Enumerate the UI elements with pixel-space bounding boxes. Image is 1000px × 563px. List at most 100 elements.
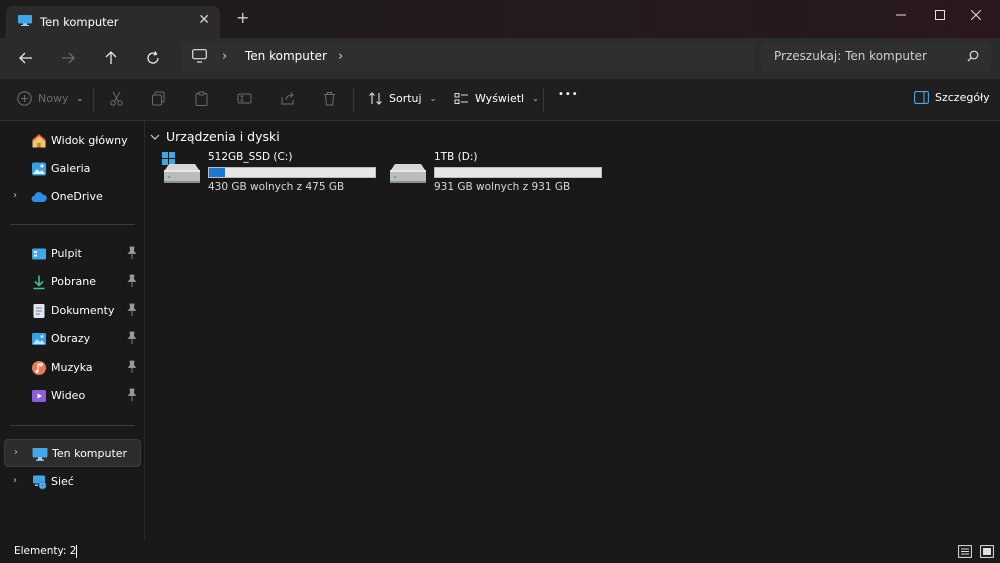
home-icon — [31, 133, 47, 148]
sidebar-item-label: OneDrive — [51, 190, 103, 203]
delete-button[interactable] — [322, 91, 337, 106]
command-bar: Nowy ⌄ Sortuj ⌄ Wyświetl ⌄ ••• Szczegóły — [0, 79, 1000, 121]
close-window-button[interactable] — [953, 0, 999, 30]
view-button[interactable]: Wyświetl ⌄ — [454, 91, 539, 106]
tab-ten-komputer[interactable]: Ten komputer ✕ — [6, 6, 220, 38]
clipboard-icon — [195, 91, 208, 106]
chevron-right-icon[interactable]: › — [222, 49, 227, 64]
drive-usage-bar — [208, 167, 376, 178]
drive-d[interactable]: 1TB (D:) 931 GB wolnych z 931 GB — [388, 150, 608, 193]
sidebar-item-gallery[interactable]: Galeria — [4, 155, 141, 183]
refresh-icon — [147, 51, 159, 64]
sidebar-item-music[interactable]: Muzyka — [4, 354, 141, 382]
pin-icon[interactable] — [127, 303, 137, 317]
tab-title: Ten komputer — [40, 15, 119, 29]
pin-icon[interactable] — [127, 274, 137, 288]
sidebar-item-downloads[interactable]: Pobrane — [4, 268, 141, 296]
forward-button[interactable] — [54, 46, 82, 70]
navigation-pane: Widok główny Galeria › OneDrive Pulpit P… — [0, 121, 145, 541]
arrow-left-icon — [19, 52, 32, 64]
new-button[interactable]: Nowy ⌄ — [17, 91, 83, 106]
document-icon — [33, 304, 45, 318]
text-caret — [76, 545, 77, 558]
sidebar-item-pictures[interactable]: Obrazy — [4, 325, 141, 353]
paste-button[interactable] — [194, 91, 209, 106]
search-input[interactable]: Przeszukaj: Ten komputer — [774, 49, 927, 63]
view-list-icon — [454, 93, 468, 104]
pin-icon[interactable] — [127, 331, 137, 345]
details-button[interactable]: Szczegóły — [914, 91, 990, 104]
computer-icon — [32, 448, 48, 461]
share-button[interactable] — [280, 91, 295, 106]
back-button[interactable] — [12, 46, 40, 70]
cut-button[interactable] — [109, 91, 124, 106]
status-bar: Elementy: 2 — [0, 541, 1000, 563]
cloud-icon — [31, 192, 47, 203]
chevron-right-icon[interactable]: › — [14, 447, 18, 458]
music-icon — [32, 361, 46, 375]
maximize-icon — [935, 10, 945, 20]
close-tab-button[interactable]: ✕ — [198, 12, 210, 28]
chevron-right-icon[interactable]: › — [338, 49, 343, 64]
pin-icon[interactable] — [127, 246, 137, 260]
sidebar-item-label: Widok główny — [51, 134, 128, 147]
item-count: Elementy: 2 — [14, 545, 77, 557]
close-icon — [971, 10, 981, 20]
arrow-up-icon — [105, 51, 117, 64]
sidebar-item-home[interactable]: Widok główny — [4, 127, 141, 155]
copy-icon — [152, 91, 165, 106]
divider — [93, 88, 94, 112]
drive-c[interactable]: 512GB_SSD (C:) 430 GB wolnych z 475 GB — [162, 150, 382, 193]
share-icon — [281, 92, 294, 105]
pin-icon[interactable] — [127, 388, 137, 402]
sidebar-item-videos[interactable]: Wideo — [4, 382, 141, 410]
group-header-devices[interactable]: Urządzenia i dyski — [150, 129, 280, 144]
sidebar-item-label: Obrazy — [51, 332, 91, 345]
divider — [543, 88, 544, 112]
details-view-icon[interactable] — [958, 545, 972, 558]
sidebar-item-this-pc[interactable]: › Ten komputer — [4, 439, 141, 467]
sidebar-item-label: Dokumenty — [51, 304, 115, 317]
chevron-down-icon — [150, 134, 160, 140]
scissors-icon — [110, 91, 123, 106]
trash-icon — [324, 92, 335, 106]
more-options-button[interactable]: ••• — [558, 89, 579, 100]
breadcrumb-ten-komputer[interactable]: Ten komputer — [245, 49, 327, 63]
sidebar-item-onedrive[interactable]: › OneDrive — [4, 183, 141, 211]
computer-icon — [18, 15, 32, 26]
hard-drive-icon — [390, 164, 426, 183]
video-icon — [32, 390, 46, 402]
rename-icon — [237, 93, 252, 104]
drive-free-space: 931 GB wolnych z 931 GB — [434, 181, 571, 193]
rename-button[interactable] — [237, 91, 252, 106]
address-bar[interactable]: › Ten komputer › — [181, 42, 754, 72]
sidebar-item-label: Wideo — [51, 389, 86, 402]
sidebar-item-label: Pulpit — [51, 247, 82, 260]
sidebar-item-label: Ten komputer — [52, 447, 128, 460]
new-button-label: Nowy — [38, 92, 69, 105]
title-bar: Ten komputer ✕ + — [0, 0, 1000, 38]
pictures-icon — [32, 333, 46, 345]
arrow-right-icon — [62, 52, 75, 64]
more-icon: ••• — [558, 89, 579, 100]
sort-button[interactable]: Sortuj ⌄ — [368, 91, 436, 106]
search-box[interactable]: Przeszukaj: Ten komputer — [761, 42, 991, 72]
tiles-view-icon[interactable] — [980, 545, 994, 558]
drive-name: 512GB_SSD (C:) — [208, 151, 293, 163]
sidebar-item-desktop[interactable]: Pulpit — [4, 240, 141, 268]
view-button-label: Wyświetl — [475, 92, 525, 105]
group-title: Urządzenia i dyski — [166, 129, 280, 144]
sidebar-item-network[interactable]: › Sieć — [4, 468, 141, 496]
copy-button[interactable] — [151, 91, 166, 106]
refresh-button[interactable] — [139, 46, 167, 70]
chevron-right-icon[interactable]: › — [13, 190, 17, 201]
sort-icon — [369, 92, 382, 105]
divider — [10, 425, 135, 426]
sort-button-label: Sortuj — [389, 92, 422, 105]
sidebar-item-documents[interactable]: Dokumenty — [4, 297, 141, 325]
new-tab-button[interactable]: + — [236, 10, 249, 26]
chevron-right-icon[interactable]: › — [13, 475, 17, 486]
pin-icon[interactable] — [127, 360, 137, 374]
chevron-down-icon: ⌄ — [429, 94, 437, 103]
up-button[interactable] — [97, 46, 125, 70]
